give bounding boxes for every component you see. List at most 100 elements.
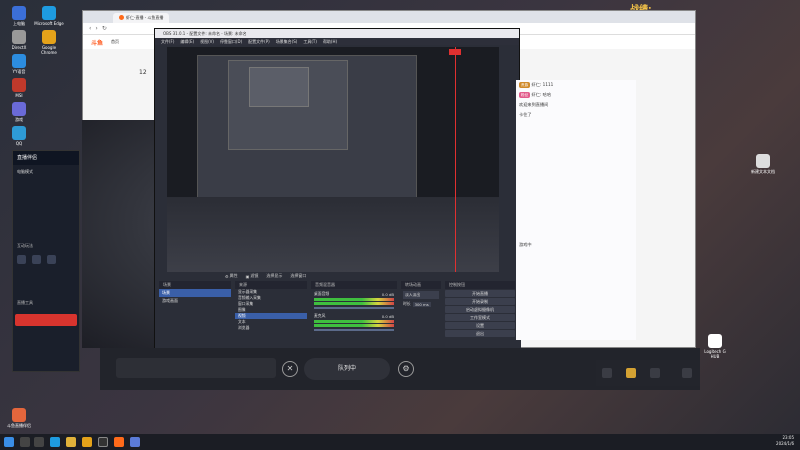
desktop-icon[interactable]: 游戏 (4, 102, 34, 123)
selection-guide (455, 47, 456, 272)
desktop-icon[interactable]: 新建文本文档 (748, 154, 778, 175)
menu-edit[interactable]: 编辑(E) (180, 38, 194, 45)
settings-button[interactable]: 设置 (445, 322, 515, 329)
browser-tab[interactable]: 虾仁-直播 - 斗鱼直播 (113, 12, 170, 23)
transitions-dock: 转场动画 淡入淡出 时长 300 ms (401, 281, 441, 357)
edge-icon (42, 6, 56, 20)
menu-file[interactable]: 文件(F) (161, 38, 174, 45)
desktop-icon[interactable]: Microsoft Edge (34, 6, 64, 26)
chat-message: 贵族 虾仁: 1111 (519, 82, 554, 88)
transition-select[interactable]: 淡入淡出 (403, 291, 439, 299)
clock-date: 2024/1/6 (776, 441, 794, 446)
back-icon[interactable]: ‹ (89, 25, 91, 32)
tool-icon[interactable] (17, 255, 26, 264)
chat-message: 粉丝 虾仁: 哈哈 (519, 92, 552, 98)
volume-meter (314, 324, 394, 327)
search-icon[interactable] (20, 437, 30, 447)
edge-icon[interactable] (50, 437, 60, 447)
scene-item[interactable]: 场景 (159, 289, 231, 297)
start-recording-button[interactable]: 开始录制 (445, 298, 515, 305)
obs-preview[interactable] (167, 47, 499, 272)
channel-level: 0.0 dB (381, 291, 394, 297)
menu-docks[interactable]: 停靠窗口(D) (220, 38, 242, 45)
obs-menu-bar: 文件(F) 编辑(E) 视图(V) 停靠窗口(D) 配置文件(P) 场景集合(S… (155, 38, 519, 45)
dock-title: 音频混音器 (311, 281, 397, 289)
clock[interactable]: 23:05 2024/1/6 (776, 435, 794, 447)
forward-icon[interactable]: › (95, 25, 97, 32)
section-tools: 直播工具 (17, 300, 33, 305)
selection-handle[interactable] (449, 49, 461, 55)
window-select[interactable]: 选择窗口 (290, 273, 306, 279)
room-number: 12 (139, 69, 147, 76)
desktop-icon[interactable]: 上电脑 (4, 6, 34, 27)
chat-panel: 贵族 虾仁: 1111 粉丝 虾仁: 哈哈 欢迎来到直播间 卡住了 游戏中 (516, 80, 636, 340)
menu-view[interactable]: 视图(V) (200, 38, 214, 45)
app-icon[interactable] (130, 437, 140, 447)
volume-slider[interactable] (314, 329, 394, 331)
exit-button[interactable]: 退出 (445, 330, 515, 337)
menu-profile[interactable]: 配置文件(P) (248, 38, 270, 45)
desktop-icon[interactable]: Logitech G HUB (700, 334, 730, 359)
mixer-channel: 麦克风 0.0 dB (311, 311, 397, 333)
menu-scene-collection[interactable]: 场景集合(S) (276, 38, 298, 45)
user-icon[interactable] (650, 368, 660, 378)
start-streaming-button[interactable]: 开始直播 (445, 290, 515, 297)
nav-home[interactable]: 首页 (111, 39, 119, 45)
studio-mode-button[interactable]: 工作室模式 (445, 314, 515, 321)
gear-icon: ⚙ (225, 273, 229, 279)
volume-meter (314, 320, 394, 323)
interactive-icons (13, 253, 79, 266)
refresh-icon[interactable]: ↻ (102, 25, 107, 32)
settings-icon[interactable] (682, 368, 692, 378)
file-explorer-icon[interactable] (66, 437, 76, 447)
obs-source-toolbar: ⚙ 属性 ▣ 滤镜 选择显示 选择窗口 (225, 273, 306, 279)
app-icon (12, 30, 26, 44)
qq-icon (12, 126, 26, 140)
task-view-icon[interactable] (34, 437, 44, 447)
windows-start-icon[interactable] (4, 437, 14, 447)
tool-icon[interactable] (32, 255, 41, 264)
chat-badge: 粉丝 (519, 92, 531, 98)
properties-button[interactable]: ⚙ 属性 (225, 273, 238, 279)
chat-message: 卡住了 (519, 112, 532, 117)
nested-capture (228, 60, 348, 150)
scene-art (167, 197, 499, 272)
desktop-icon[interactable]: DirectX (4, 30, 34, 50)
settings-icon[interactable]: ⚙ (398, 361, 414, 377)
douyu-icon[interactable] (114, 437, 124, 447)
chat-message: 欢迎来到直播间 (519, 102, 549, 107)
dock-title: 场景 (159, 281, 231, 289)
obs-icon[interactable] (98, 437, 108, 447)
mixer-channel: 桌面音频 0.0 dB (311, 289, 397, 311)
filters-button[interactable]: ▣ 滤镜 (246, 273, 259, 279)
menu-tools[interactable]: 工具(T) (303, 38, 317, 45)
gift-icon[interactable] (626, 368, 636, 378)
mode-label[interactable]: 电脑模式 (13, 165, 79, 179)
desktop-icon[interactable]: YY语音 (4, 54, 34, 75)
panel-title: 直播伴侣 (13, 151, 79, 165)
chat-badge: 贵族 (519, 82, 531, 88)
scene-item[interactable]: 游戏画面 (159, 297, 231, 305)
nested-capture (249, 67, 309, 107)
chrome-icon[interactable] (82, 437, 92, 447)
desktop-icon[interactable]: QQ (4, 126, 34, 146)
desktop-icon[interactable]: MSI (4, 78, 34, 98)
cancel-queue-button[interactable]: ✕ (282, 361, 298, 377)
desktop-icon[interactable]: Google Chrome (34, 30, 64, 55)
message-icon[interactable] (602, 368, 612, 378)
site-logo[interactable]: 斗鱼 (91, 38, 103, 47)
source-item[interactable]: 浏览器 (235, 325, 307, 331)
volume-slider[interactable] (314, 307, 394, 309)
computer-icon (12, 6, 26, 20)
chat-input[interactable] (116, 358, 276, 378)
tool-icon[interactable] (47, 255, 56, 264)
menu-help[interactable]: 帮助(H) (323, 38, 337, 45)
display-select[interactable]: 选择显示 (266, 273, 282, 279)
taskbar: 23:05 2024/1/6 (0, 434, 800, 450)
scenes-dock: 场景 场景 游戏画面 (159, 281, 231, 357)
virtual-camera-button[interactable]: 启动虚拟摄像机 (445, 306, 515, 313)
dock-title: 控制按钮 (445, 281, 515, 289)
duration-input[interactable]: 300 ms (412, 301, 431, 307)
logitech-icon (708, 334, 722, 348)
desktop-icon[interactable]: 斗鱼直播伴侣 (4, 408, 34, 429)
